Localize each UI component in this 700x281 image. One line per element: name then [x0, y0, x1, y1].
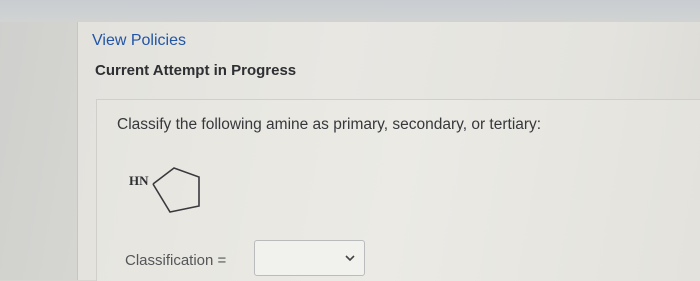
- view-policies-link[interactable]: View Policies: [92, 32, 186, 50]
- attempt-title: Current Attempt in Progress: [95, 62, 297, 79]
- question-prompt: Classify the following amine as primary,…: [117, 116, 542, 133]
- question-card: View Policies Current Attempt in Progres…: [78, 22, 700, 281]
- pyrrolidine-structure-icon: HN: [129, 167, 200, 213]
- ring-bonds: [152, 167, 200, 213]
- screen: View Policies Current Attempt in Progres…: [0, 0, 700, 281]
- molecule-label: HN: [129, 173, 149, 188]
- chevron-down-icon: [345, 255, 355, 262]
- question-panel: Classify the following amine as primary,…: [96, 99, 700, 281]
- classification-label: Classification =: [125, 252, 227, 269]
- classification-select[interactable]: [254, 240, 365, 276]
- top-band: [0, 0, 700, 22]
